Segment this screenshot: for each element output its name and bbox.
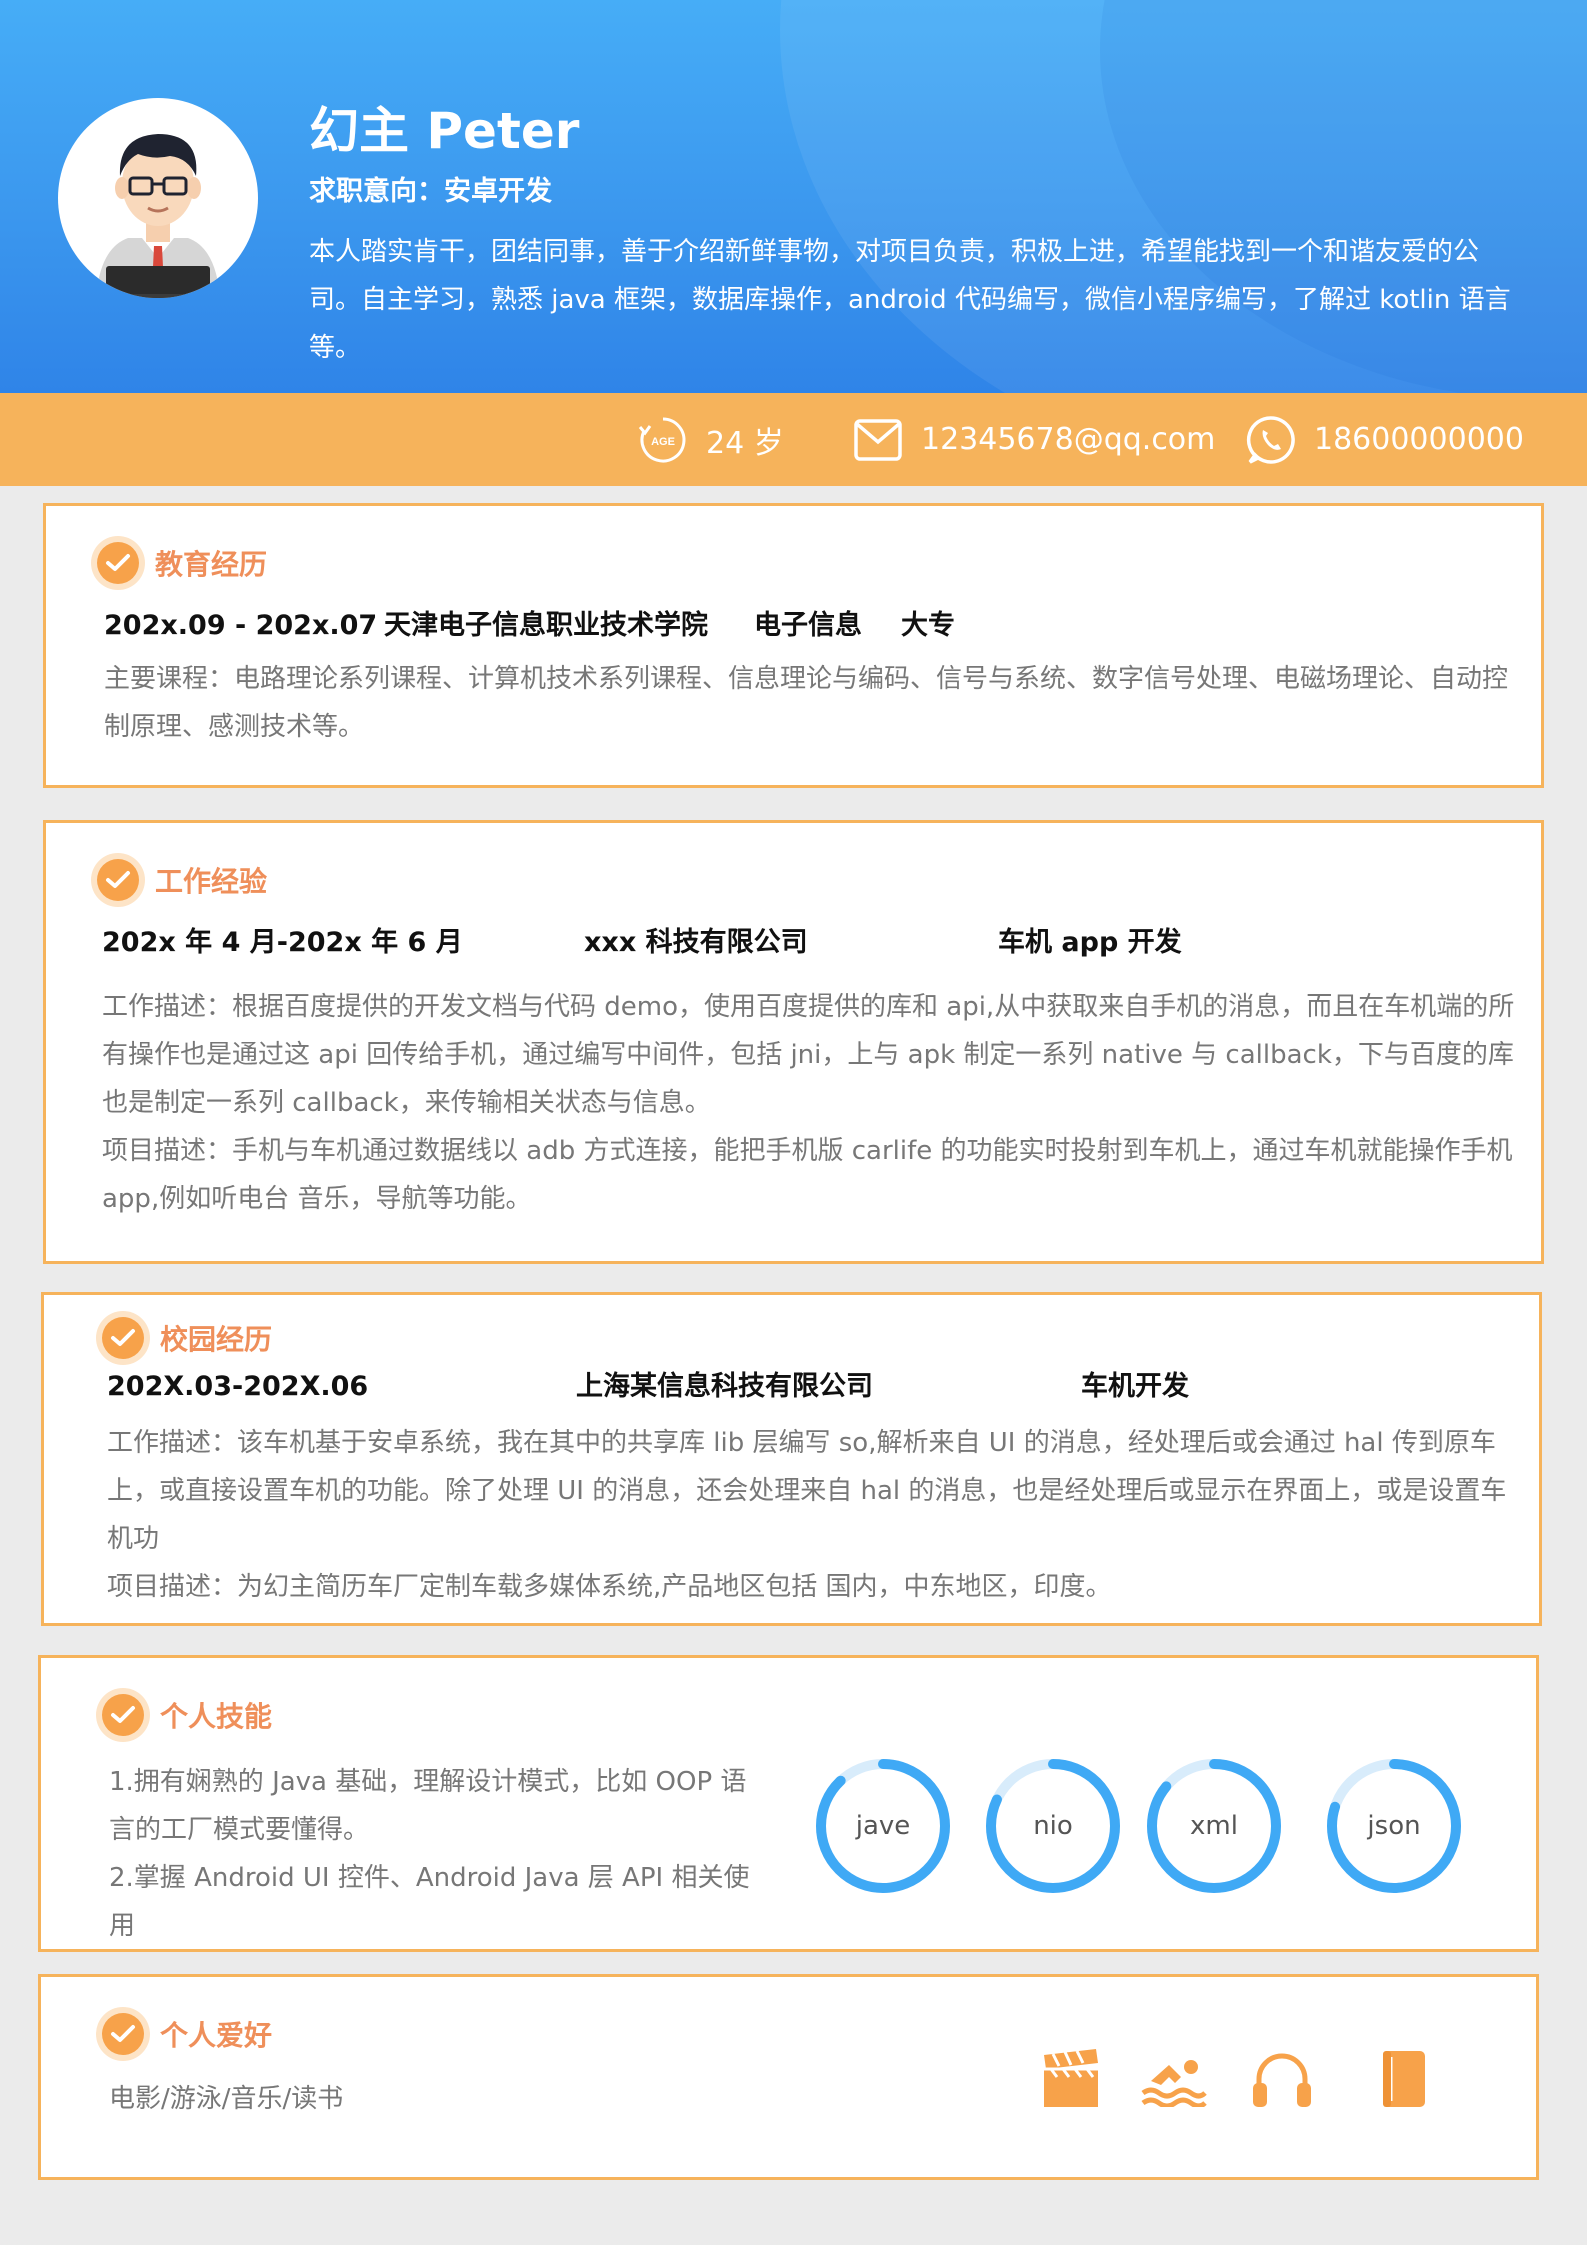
work-role: 车机 app 开发 xyxy=(998,927,1182,958)
education-degree: 大专 xyxy=(901,610,955,641)
email-value[interactable]: 12345678@qq.com xyxy=(921,422,1215,457)
check-icon xyxy=(96,2007,150,2061)
work-desc-project: 项目描述：手机与车机通过数据线以 adb 方式连接，能把手机版 carlife … xyxy=(102,1136,1513,1214)
phone-item[interactable]: 18600000000 xyxy=(1246,393,1524,486)
avatar-illustration-icon xyxy=(94,134,222,298)
work-description: 工作描述：根据百度提供的开发文档与代码 demo，使用百度提供的库和 api,从… xyxy=(102,983,1527,1223)
campus-company: 上海某信息科技有限公司 xyxy=(576,1371,873,1402)
skill-ring: json xyxy=(1324,1756,1464,1896)
skills-section: 个人技能 1.拥有娴熟的 Java 基础，理解设计模式，比如 OOP 语言的工厂… xyxy=(38,1655,1539,1952)
check-icon xyxy=(96,1688,150,1742)
campus-section: 校园经历 202X.03-202X.06 上海某信息科技有限公司 车机开发 工作… xyxy=(41,1292,1542,1626)
section-title: 工作经验 xyxy=(91,853,267,907)
skill-ring: xml xyxy=(1144,1756,1284,1896)
section-title: 个人爱好 xyxy=(96,2007,272,2061)
age-icon: AGE xyxy=(638,417,686,462)
check-icon xyxy=(91,536,145,590)
campus-row: 202X.03-202X.06 上海某信息科技有限公司 车机开发 xyxy=(107,1367,1507,1407)
candidate-name: 幻主 Peter xyxy=(309,102,580,160)
work-desc-job: 工作描述：根据百度提供的开发文档与代码 demo，使用百度提供的库和 api,从… xyxy=(102,992,1515,1118)
campus-description: 工作描述：该车机基于安卓系统，我在其中的共享库 lib 层编写 so,解析来自 … xyxy=(107,1419,1532,1611)
work-period: 202x 年 4 月-202x 年 6 月 xyxy=(102,927,463,958)
avatar xyxy=(58,98,258,298)
contact-bar: AGE 24 岁 12345678@qq.com 18600000000 xyxy=(0,393,1587,486)
work-section: 工作经验 202x 年 4 月-202x 年 6 月 xxx 科技有限公司 车机… xyxy=(43,820,1544,1264)
hobbies-text: 电影/游泳/音乐/读书 xyxy=(109,2084,344,2114)
mail-icon xyxy=(854,418,902,461)
age-value: 24 岁 xyxy=(706,425,784,461)
section-title: 教育经历 xyxy=(91,536,267,590)
check-icon xyxy=(96,1311,150,1365)
email-item[interactable]: 12345678@qq.com xyxy=(853,393,1215,486)
swimming-icon xyxy=(1141,2060,1207,2107)
skill-ring-label: xml xyxy=(1190,1811,1238,1841)
education-school: 天津电子信息职业技术学院 xyxy=(384,610,708,641)
skill-ring-label: jave xyxy=(855,1811,911,1841)
campus-role: 车机开发 xyxy=(1081,1371,1189,1402)
work-company: xxx 科技有限公司 xyxy=(584,927,808,958)
phone-value[interactable]: 18600000000 xyxy=(1314,422,1524,457)
svg-text:AGE: AGE xyxy=(651,436,675,448)
section-title: 个人技能 xyxy=(96,1688,272,1742)
movie-icon xyxy=(1044,2049,1098,2107)
education-courses: 主要课程：电路理论系列课程、计算机技术系列课程、信息理论与编码、信号与系统、数字… xyxy=(104,664,1509,742)
resume-header: 幻主 Peter 求职意向：安卓开发 本人踏实肯干，团结同事，善于介绍新鲜事物，… xyxy=(0,0,1587,393)
self-introduction: 本人踏实肯干，团结同事，善于介绍新鲜事物，对项目负责，积极上进，希望能找到一个和… xyxy=(309,237,1511,363)
education-period: 202x.09 - 202x.07 xyxy=(104,610,378,641)
skill-ring-label: json xyxy=(1367,1811,1421,1841)
campus-desc-project: 项目描述：为幻主简历车厂定制车载多媒体系统,产品地区包括 国内，中东地区，印度。 xyxy=(107,1572,1112,1602)
job-intention: 求职意向：安卓开发 xyxy=(309,176,552,207)
phone-icon xyxy=(1246,415,1295,464)
skill-ring-label: nio xyxy=(1033,1811,1073,1841)
education-major: 电子信息 xyxy=(754,610,862,641)
hobbies-section: 个人爱好 电影/游泳/音乐/读书 xyxy=(38,1974,1539,2180)
education-section: 教育经历 202x.09 - 202x.07 天津电子信息职业技术学院 电子信息… xyxy=(43,503,1544,788)
education-row: 202x.09 - 202x.07 天津电子信息职业技术学院 电子信息 大专 xyxy=(104,606,1504,646)
headphones-icon xyxy=(1253,2053,1311,2107)
book-icon xyxy=(1383,2051,1425,2107)
campus-period: 202X.03-202X.06 xyxy=(107,1371,369,1402)
campus-desc-job: 工作描述：该车机基于安卓系统，我在其中的共享库 lib 层编写 so,解析来自 … xyxy=(107,1428,1507,1554)
work-row: 202x 年 4 月-202x 年 6 月 xxx 科技有限公司 车机 app … xyxy=(102,923,1502,963)
skills-list: 1.拥有娴熟的 Java 基础，理解设计模式，比如 OOP 语言的工厂模式要懂得… xyxy=(109,1758,759,1950)
check-icon xyxy=(91,853,145,907)
skill-ring: jave xyxy=(813,1756,953,1896)
skill-item: 2.掌握 Android UI 控件、Android Java 层 API 相关… xyxy=(109,1863,750,1941)
skill-ring: nio xyxy=(983,1756,1123,1896)
age-item: AGE 24 岁 xyxy=(638,393,784,486)
skill-item: 1.拥有娴熟的 Java 基础，理解设计模式，比如 OOP 语言的工厂模式要懂得… xyxy=(109,1767,747,1845)
section-title: 校园经历 xyxy=(96,1311,272,1365)
